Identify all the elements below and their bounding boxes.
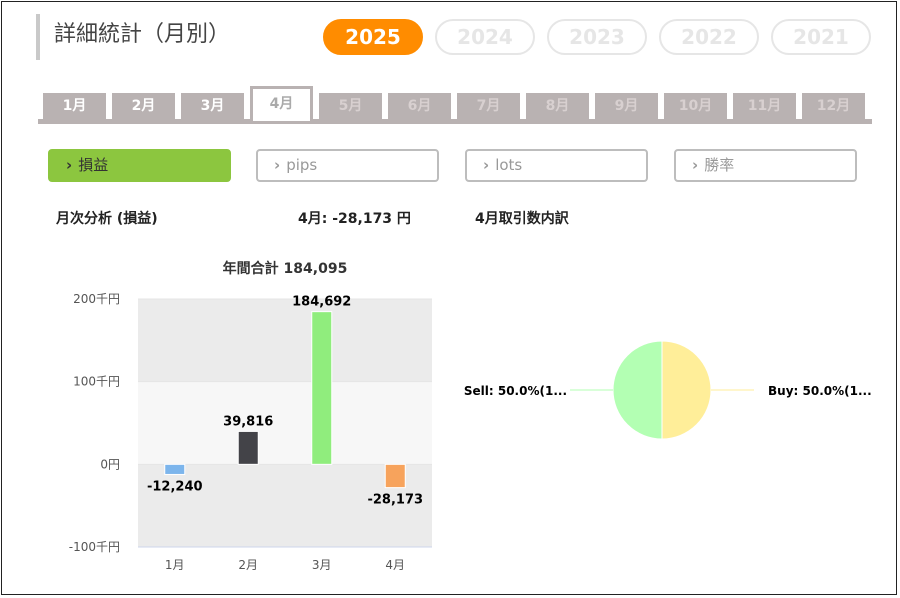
y-tick-label: 200千円 <box>73 292 120 306</box>
pie-slice <box>661 340 712 440</box>
year-selector: 2025 2024 2023 2022 2021 <box>323 19 871 55</box>
bar-value-label: -28,173 <box>367 493 423 508</box>
tab-month-3[interactable]: 3月 <box>181 93 244 119</box>
pie-label: Sell: 50.0%(1... <box>464 384 567 398</box>
x-tick-label: 1月 <box>165 558 185 572</box>
tab-month-5[interactable]: 5月 <box>319 93 382 119</box>
x-tick-label: 2月 <box>238 558 258 572</box>
filter-label: pips <box>286 156 318 174</box>
month-summary: 4月: -28,173 円 <box>298 211 411 227</box>
x-tick-label: 3月 <box>312 558 332 572</box>
bar <box>384 463 406 489</box>
year-button-2021[interactable]: 2021 <box>771 19 871 55</box>
year-button-2025[interactable]: 2025 <box>323 19 423 55</box>
tab-month-12[interactable]: 12月 <box>802 93 865 119</box>
filter-label: lots <box>495 156 523 174</box>
pie-label: Buy: 50.0%(1... <box>768 384 872 398</box>
x-tick-label: 4月 <box>385 558 405 572</box>
trade-breakdown-pie-chart: Sell: 50.0%(1... Buy: 50.0%(1... <box>464 340 872 440</box>
chevron-right-icon: › <box>274 156 281 174</box>
bar-value-label: -12,240 <box>147 479 203 494</box>
bar <box>164 463 186 475</box>
stats-panel: 詳細統計（月別） 2025 2024 2023 2022 2021 1月 2月 … <box>1 1 897 595</box>
tab-month-7[interactable]: 7月 <box>457 93 520 119</box>
y-tick-label: -100千円 <box>69 540 120 554</box>
title-bar: 詳細統計（月別） <box>36 14 230 60</box>
bar <box>237 430 259 465</box>
tab-month-8[interactable]: 8月 <box>526 93 589 119</box>
filter-winrate-button[interactable]: › 勝率 <box>674 149 857 182</box>
tab-month-4[interactable]: 4月 <box>250 86 313 121</box>
filter-lots-button[interactable]: › lots <box>465 149 648 182</box>
chevron-right-icon: › <box>483 156 490 174</box>
page-title: 詳細統計（月別） <box>54 22 231 47</box>
bar-value-label: 184,692 <box>292 295 351 310</box>
tab-month-6[interactable]: 6月 <box>388 93 451 119</box>
filter-label: 勝率 <box>704 156 735 174</box>
chevron-right-icon: › <box>66 156 73 174</box>
filter-label: 損益 <box>78 156 109 174</box>
chevron-right-icon: › <box>692 156 699 174</box>
year-button-2024[interactable]: 2024 <box>435 19 535 55</box>
chart-title: 年間合計 184,095 <box>223 260 348 277</box>
pie-slice <box>612 340 663 440</box>
year-button-2023[interactable]: 2023 <box>547 19 647 55</box>
plot-band <box>138 299 432 382</box>
breakdown-title: 4月取引数内訳 <box>475 211 569 227</box>
tab-month-9[interactable]: 9月 <box>595 93 658 119</box>
monthly-profit-chart: 年間合計 184,095 200千円 100千円 0円 -100千円 -12,240 1月 3… <box>69 260 432 572</box>
tab-month-1[interactable]: 1月 <box>43 93 106 119</box>
bar <box>311 311 333 465</box>
filter-pips-button[interactable]: › pips <box>256 149 439 182</box>
y-tick-label: 100千円 <box>73 375 120 389</box>
month-tabs-baseline <box>38 119 872 124</box>
y-tick-label: 0円 <box>100 457 120 471</box>
tab-month-11[interactable]: 11月 <box>733 93 796 119</box>
tab-month-2[interactable]: 2月 <box>112 93 175 119</box>
filter-profit-button[interactable]: › 損益 <box>48 149 231 182</box>
tab-month-10[interactable]: 10月 <box>664 93 727 119</box>
year-button-2022[interactable]: 2022 <box>659 19 759 55</box>
section-title: 月次分析 (損益) <box>56 211 158 227</box>
bar-value-label: 39,816 <box>223 414 273 429</box>
month-tabs: 1月 2月 3月 4月 5月 6月 7月 8月 9月 10月 11月 12月 <box>38 86 872 124</box>
plot-band <box>138 381 432 465</box>
